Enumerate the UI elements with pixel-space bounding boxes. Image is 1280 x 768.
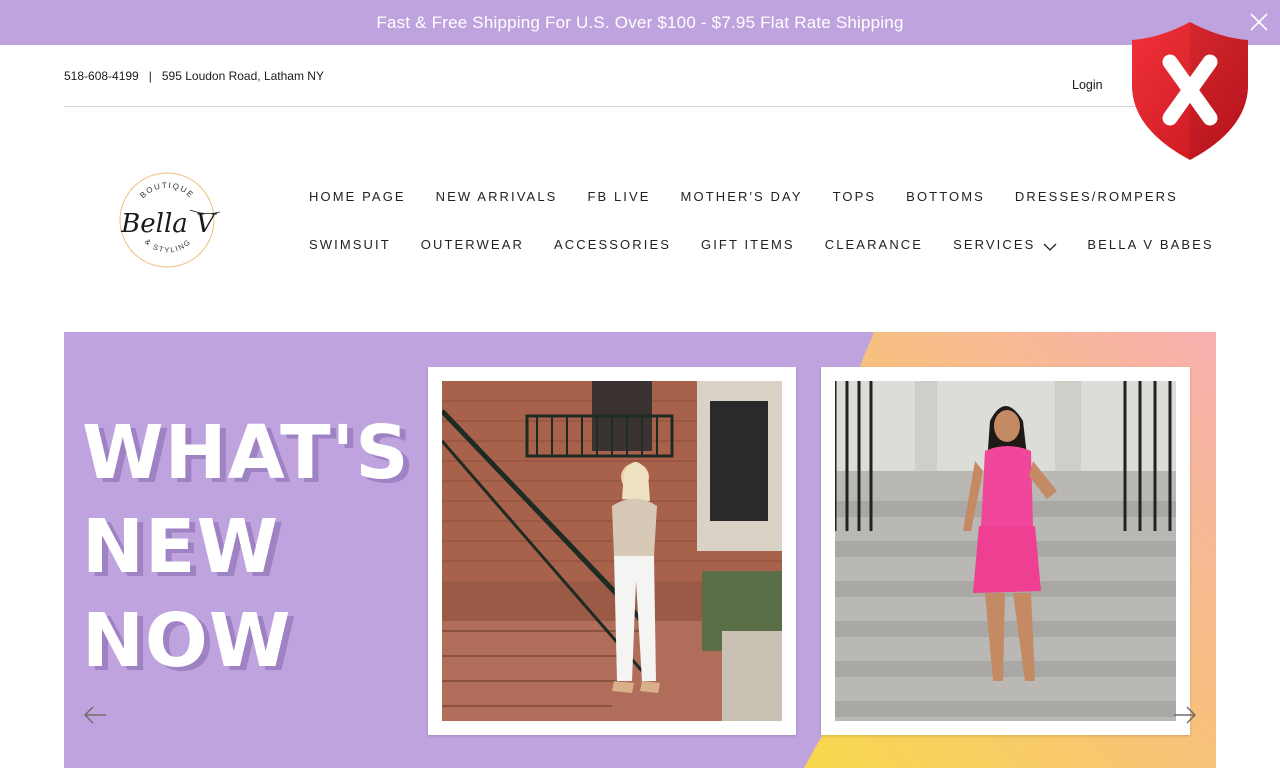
hero-photo-1 [442, 381, 782, 721]
nav-services[interactable]: SERVICES [953, 237, 1057, 252]
store-address[interactable]: 595 Loudon Road, Latham NY [162, 69, 324, 83]
nav-fb-live[interactable]: FB LIVE [587, 189, 650, 204]
contact-info: 518-608-4199 | 595 Loudon Road, Latham N… [64, 69, 324, 83]
headline-line-1: WHAT'S [82, 410, 410, 496]
main-navigation: HOME PAGE NEW ARRIVALS FB LIVE MOTHER'S … [309, 185, 1212, 255]
utility-bar: 518-608-4199 | 595 Loudon Road, Latham N… [64, 45, 1216, 107]
nav-clearance[interactable]: CLEARANCE [825, 237, 923, 252]
announcement-text: Fast & Free Shipping For U.S. Over $100 … [376, 12, 904, 32]
svg-text:& STYLING: & STYLING [143, 237, 193, 255]
nav-home-page[interactable]: HOME PAGE [309, 189, 406, 204]
nav-new-arrivals[interactable]: NEW ARRIVALS [436, 189, 558, 204]
nav-row-1: HOME PAGE NEW ARRIVALS FB LIVE MOTHER'S … [309, 185, 1176, 207]
nav-row-2: SWIMSUIT OUTERWEAR ACCESSORIES GIFT ITEM… [309, 233, 1212, 255]
headline-line-3: NOW [82, 598, 292, 684]
headline-line-2: NEW [82, 504, 280, 590]
nav-swimsuit[interactable]: SWIMSUIT [309, 237, 391, 252]
logo-top-text: BOUTIQUE [138, 181, 194, 200]
logo-bottom-text: & STYLING [143, 237, 191, 255]
hero-headline: WHAT'S NEW NOW [82, 406, 422, 688]
chevron-down-icon[interactable] [1043, 240, 1057, 251]
login-link[interactable]: Login [1072, 78, 1103, 92]
hero-slider[interactable]: WHAT'S NEW NOW [64, 332, 1216, 768]
shield-x-icon[interactable] [1124, 18, 1256, 164]
announcement-bar: Fast & Free Shipping For U.S. Over $100 … [0, 0, 1280, 45]
svg-text:BOUTIQUE: BOUTIQUE [138, 181, 196, 200]
nav-bottoms[interactable]: BOTTOMS [906, 189, 985, 204]
nav-mothers-day[interactable]: MOTHER'S DAY [681, 189, 803, 204]
nav-services-label: SERVICES [953, 236, 1036, 252]
arrow-right-icon[interactable] [1172, 704, 1198, 726]
nav-gift-items[interactable]: GIFT ITEMS [701, 237, 795, 252]
nav-bella-v-babes[interactable]: BELLA V BABES [1087, 237, 1213, 252]
hero-photo-2 [835, 381, 1176, 721]
phone-number[interactable]: 518-608-4199 [64, 69, 139, 83]
nav-tops[interactable]: TOPS [833, 189, 877, 204]
nav-accessories[interactable]: ACCESSORIES [554, 237, 671, 252]
separator: | [148, 68, 152, 83]
hero-photo-frame-1 [428, 367, 796, 735]
hero-photo-frame-2 [821, 367, 1190, 735]
nav-outerwear[interactable]: OUTERWEAR [421, 237, 524, 252]
arrow-left-icon[interactable] [82, 704, 108, 726]
store-logo[interactable]: BOUTIQUE Bella V & STYLING [116, 170, 221, 270]
nav-dresses-rompers[interactable]: DRESSES/ROMPERS [1015, 189, 1178, 204]
